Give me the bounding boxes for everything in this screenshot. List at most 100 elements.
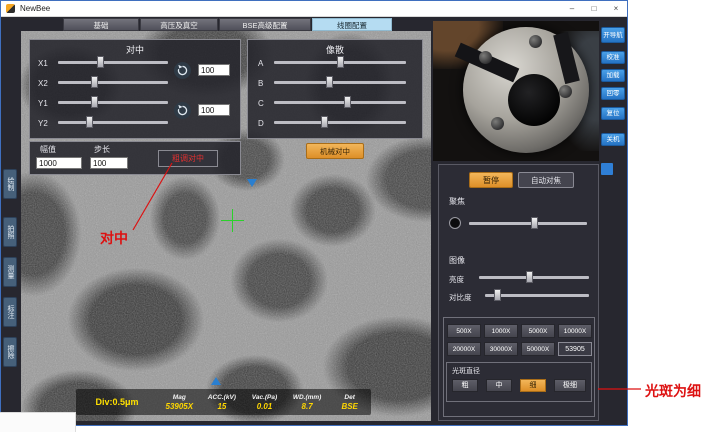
nav-calibrate-button[interactable]: 校准 (601, 51, 625, 64)
mag-10000x-button[interactable]: 10000X (558, 324, 592, 338)
mag-1000x-button[interactable]: 1000X (484, 324, 518, 338)
astig-c-label: C (258, 99, 264, 108)
coarse-centering-button[interactable]: 粗调对中 (158, 150, 218, 167)
slider-thumb[interactable] (86, 116, 93, 128)
tool-annotate-button[interactable]: 标注 (3, 297, 17, 327)
status-wd: WD.(mm) 8.7 (286, 394, 329, 411)
spot-fine-button[interactable]: 细 (520, 379, 546, 392)
astig-b-label: B (258, 79, 263, 88)
nav-more-button[interactable] (601, 163, 613, 175)
focus-radio[interactable] (449, 217, 461, 229)
mag-30000x-button[interactable]: 30000X (484, 342, 518, 356)
autofocus-button[interactable]: 自动对焦 (518, 172, 574, 188)
scale-div-label: Div:0.5μm (76, 397, 158, 407)
maximize-button[interactable]: □ (583, 1, 605, 17)
y1-label: Y1 (38, 99, 48, 108)
x2-slider[interactable] (58, 76, 168, 88)
y-amplitude-input[interactable] (198, 104, 230, 116)
tool-draw-button[interactable]: 绘制 (3, 169, 17, 199)
x-amplitude-input[interactable] (198, 64, 230, 76)
nav-home-button[interactable]: 回零 (601, 87, 625, 100)
minimize-button[interactable]: – (561, 1, 583, 17)
annotation-spot: 光斑为细 (645, 381, 701, 401)
mag-5000x-button[interactable]: 5000X (521, 324, 555, 338)
astig-d-slider[interactable] (274, 116, 406, 128)
mag-500x-button[interactable]: 500X (447, 324, 481, 338)
mag-custom-value[interactable]: 53905 (558, 342, 592, 356)
tab-hv-vacuum[interactable]: 高压及真空 (140, 18, 218, 31)
page: NewBee – □ × 基础 高压及真空 BSE高级配置 线圈配置 绘制 拍照… (0, 0, 720, 432)
contrast-slider[interactable] (485, 289, 589, 301)
pause-button[interactable]: 暂停 (469, 172, 513, 188)
astigmatism-title: 像散 (248, 43, 422, 56)
slider-thumb[interactable] (531, 217, 538, 229)
slider-track (469, 222, 587, 225)
amp-input[interactable] (36, 157, 82, 169)
marker-icon (247, 179, 257, 187)
spot-medium-button[interactable]: 中 (486, 379, 512, 392)
contrast-label: 对比度 (449, 292, 472, 303)
nav-reset-button[interactable]: 复位 (601, 107, 625, 120)
step-input[interactable] (90, 157, 128, 169)
control-panel: 暂停 自动对焦 聚焦 图像 亮度 对比度 500X 1000X 5 (438, 164, 599, 421)
brightness-slider[interactable] (479, 271, 589, 283)
mechanical-centering-button[interactable]: 机械对中 (306, 143, 364, 159)
astig-b-slider[interactable] (274, 76, 406, 88)
mag-20000x-button[interactable]: 20000X (447, 342, 481, 356)
focus-label: 聚焦 (449, 196, 465, 207)
magnification-group: 500X 1000X 5000X 10000X 20000X 30000X 50… (443, 317, 595, 417)
close-button[interactable]: × (605, 1, 627, 17)
slider-thumb[interactable] (337, 56, 344, 68)
app-window: NewBee – □ × 基础 高压及真空 BSE高级配置 线圈配置 绘制 拍照… (0, 0, 628, 426)
slider-track (479, 276, 589, 279)
tool-erase-button[interactable]: 擦除 (3, 337, 17, 367)
spot-coarse-button[interactable]: 粗 (452, 379, 478, 392)
astig-c-slider[interactable] (274, 96, 406, 108)
titlebar: NewBee – □ × (1, 1, 627, 17)
tabbar: 基础 高压及真空 BSE高级配置 线圈配置 (63, 18, 392, 31)
y2-slider[interactable] (58, 116, 168, 128)
nav-open-navigation-button[interactable]: 开导航 (601, 27, 625, 43)
slider-thumb[interactable] (91, 76, 98, 88)
slider-thumb[interactable] (526, 271, 533, 283)
x1-slider[interactable] (58, 56, 168, 68)
astig-a-slider[interactable] (274, 56, 406, 68)
astigmatism-panel: 像散 A B C D (247, 39, 423, 139)
slider-thumb[interactable] (326, 76, 333, 88)
tab-bse-advanced[interactable]: BSE高级配置 (219, 18, 311, 31)
slider-thumb[interactable] (91, 96, 98, 108)
slider-track (58, 101, 168, 104)
window-title: NewBee (20, 4, 50, 13)
spot-size-group: 光斑直径 粗 中 细 极细 (446, 362, 592, 402)
spot-ultrafine-button[interactable]: 极细 (554, 379, 586, 392)
stage-screw (479, 51, 492, 64)
rotate-y-icon[interactable] (174, 102, 191, 119)
centering-title: 对中 (30, 43, 240, 56)
slider-thumb[interactable] (494, 289, 501, 301)
status-bar: Div:0.5μm Mag 53905X ACC.(kV) 15 Vac.(Pa… (76, 389, 371, 415)
image-section-label: 图像 (449, 255, 465, 266)
slider-track (58, 121, 168, 124)
rotate-x-icon[interactable] (174, 62, 191, 79)
sem-viewport[interactable]: 对中 X1 X2 Y1 Y2 (21, 31, 431, 421)
slider-track (274, 121, 406, 124)
status-det: Det BSE (328, 394, 371, 411)
x2-label: X2 (38, 79, 48, 88)
focus-slider[interactable] (469, 217, 587, 229)
y1-slider[interactable] (58, 96, 168, 108)
tab-basic[interactable]: 基础 (63, 18, 139, 31)
slider-thumb[interactable] (344, 96, 351, 108)
slider-thumb[interactable] (321, 116, 328, 128)
mag-50000x-button[interactable]: 50000X (521, 342, 555, 356)
amp-label: 幅值 (40, 144, 56, 155)
amp-step-panel: 幅值 步长 粗调对中 (29, 141, 241, 175)
step-label: 步长 (94, 144, 110, 155)
tool-measure-button[interactable]: 测量 (3, 257, 17, 287)
window-controls: – □ × (561, 1, 627, 17)
tool-snapshot-button[interactable]: 拍照 (3, 217, 17, 247)
nav-shutdown-button[interactable]: 关机 (601, 133, 625, 146)
status-acc: ACC.(kV) 15 (201, 394, 244, 411)
slider-thumb[interactable] (97, 56, 104, 68)
nav-load-button[interactable]: 加载 (601, 69, 625, 82)
tab-coil-config[interactable]: 线圈配置 (312, 18, 392, 31)
